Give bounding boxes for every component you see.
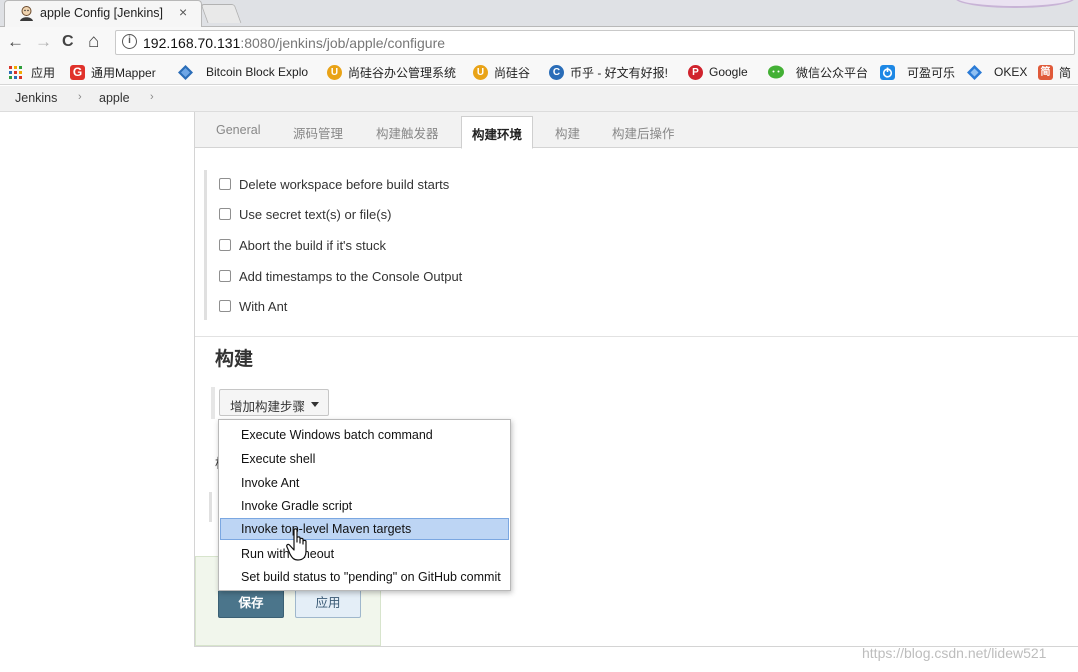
bookmark-wechat[interactable]: 微信公众平台 [768,63,868,81]
forward-arrow-icon[interactable]: → [35,32,52,52]
url-text: 192.168.70.131:8080/jenkins/job/apple/co… [143,35,445,51]
url-host: 192.168.70.131 [143,35,241,51]
post-build-step-container [209,492,217,522]
save-button[interactable]: 保存 [218,588,284,618]
site-info-icon[interactable]: i [122,34,137,49]
bookmark-okex[interactable]: OKEX [967,63,1027,81]
tab-build-triggers[interactable]: 构建触发器 [376,123,439,142]
breadcrumb-chevron-icon[interactable]: › [78,91,82,103]
reload-icon[interactable]: C [62,32,74,52]
breadcrumb: Jenkins › apple › [0,86,1078,112]
bookmark-label: 尚硅谷办公管理系统 [348,65,457,80]
browser-tabstrip: apple Config [Jenkins] × [0,0,1078,27]
jian-logo-icon: 简 [1038,64,1053,80]
menu-item-invoke-maven[interactable]: Invoke top-level Maven targets [220,518,509,540]
tab-post-build[interactable]: 构建后操作 [612,123,675,142]
checkbox[interactable] [219,239,231,251]
breadcrumb-chevron-icon[interactable]: › [150,91,154,103]
bookmark-jian[interactable]: 简 简 [1038,63,1071,81]
breadcrumb-jenkins[interactable]: Jenkins [15,91,57,105]
bookmark-label: 应用 [31,65,56,80]
address-bar[interactable]: i 192.168.70.131:8080/jenkins/job/apple/… [115,30,1075,55]
new-tab-button[interactable] [200,4,242,23]
u-logo-icon: U [327,64,342,80]
option-label: Add timestamps to the Console Output [239,268,463,284]
checkbox[interactable] [219,208,231,220]
c-logo-icon: C [549,64,564,80]
option-label: Abort the build if it's stuck [239,237,386,253]
close-tab-icon[interactable]: × [179,4,187,20]
bookmark-keying[interactable]: 可盈可乐 [880,63,955,81]
watermark: https://blog.csdn.net/lidew521 [862,645,1047,661]
option-label: Delete workspace before build starts [239,176,450,192]
apps-grid-icon [9,65,22,79]
back-arrow-icon[interactable]: ← [7,32,24,52]
bookmark-label: 通用Mapper [91,65,156,80]
option-abort-stuck[interactable]: Abort the build if it's stuck [219,236,386,254]
menu-item-execute-shell[interactable]: Execute shell [220,448,509,470]
menu-item-github-pending[interactable]: Set build status to "pending" on GitHub … [220,566,509,588]
power-icon [880,64,895,80]
apply-button[interactable]: 应用 [295,588,361,618]
bookmark-label: 尚硅谷 [494,65,531,80]
checkbox[interactable] [219,178,231,190]
bookmark-apps[interactable]: 应用 [8,63,55,81]
add-step-label: 增加构建步骤 [230,400,306,414]
section-divider [195,336,1078,337]
url-path: :8080/jenkins/job/apple/configure [240,35,446,51]
menu-item-windows-batch[interactable]: Execute Windows batch command [220,424,509,446]
add-build-step-button[interactable]: 增加构建步骤 [219,389,329,416]
option-label: With Ant [239,298,288,314]
menu-item-run-with-timeout[interactable]: Run with timeout [220,543,509,565]
breadcrumb-apple[interactable]: apple [99,91,130,105]
build-section-title: 构建 [215,349,254,370]
menu-item-invoke-ant[interactable]: Invoke Ant [220,472,509,494]
tab-build[interactable]: 构建 [555,123,580,142]
build-step-menu: Execute Windows batch command Execute sh… [218,419,511,591]
caret-down-icon [311,402,319,407]
bookmark-mapper[interactable]: G 通用Mapper [70,63,156,81]
bookmark-google[interactable]: P Google [688,63,748,81]
option-secret-text[interactable]: Use secret text(s) or file(s) [219,205,391,223]
jenkins-butler-icon [20,6,33,21]
option-with-ant[interactable]: With Ant [219,297,287,315]
tab-source-control[interactable]: 源码管理 [293,123,343,142]
hand-cursor-icon [286,528,307,561]
build-environment-options: Delete workspace before build starts Use… [204,170,1064,320]
bookmark-label: OKEX [994,65,1028,79]
bookmarks-bar: 应用 G 通用Mapper Bitcoin Block Explo U 尚硅谷办… [0,58,1078,85]
toolbar: ← → C ⌂ i 192.168.70.131:8080/jenkins/jo… [0,27,1078,58]
bookmark-bihu[interactable]: C 币乎 - 好文有好报! [549,63,668,81]
profile-decoration [955,0,1075,8]
tab-general[interactable]: General [216,123,260,137]
tab-title: apple Config [Jenkins] [40,6,163,20]
bookmark-label: Bitcoin Block Explo [206,65,309,79]
bookmark-label: 币乎 - 好文有好报! [570,65,668,80]
diamond-icon [967,64,982,80]
option-timestamps[interactable]: Add timestamps to the Console Output [219,267,462,285]
browser-tab[interactable]: apple Config [Jenkins] × [4,0,202,27]
tab-build-environment[interactable]: 构建环境 [461,116,534,149]
bookmark-label: 可盈可乐 [907,65,956,80]
option-delete-workspace[interactable]: Delete workspace before build starts [219,175,449,193]
p-logo-icon: P [688,64,703,80]
bookmark-atguigu[interactable]: U 尚硅谷 [473,63,530,81]
u-logo-icon: U [473,64,488,80]
diamond-icon [178,64,193,80]
checkbox[interactable] [219,270,231,282]
bookmark-label: 微信公众平台 [796,65,869,80]
menu-item-invoke-gradle[interactable]: Invoke Gradle script [220,495,509,517]
option-label: Use secret text(s) or file(s) [239,206,392,222]
home-icon[interactable]: ⌂ [88,32,99,52]
chat-icon [768,65,784,78]
bookmark-atguigu-oa[interactable]: U 尚硅谷办公管理系统 [327,63,456,81]
checkbox[interactable] [219,300,231,312]
g-logo-icon: G [70,64,85,80]
bookmark-label: Google [709,65,748,79]
config-tabbar: General 源码管理 构建触发器 构建环境 构建 构建后操作 [195,112,1078,149]
bookmark-bitcoin[interactable]: Bitcoin Block Explo [178,63,308,81]
bookmark-label: 简 [1059,65,1072,80]
add-step-container: 增加构建步骤 [211,387,329,419]
